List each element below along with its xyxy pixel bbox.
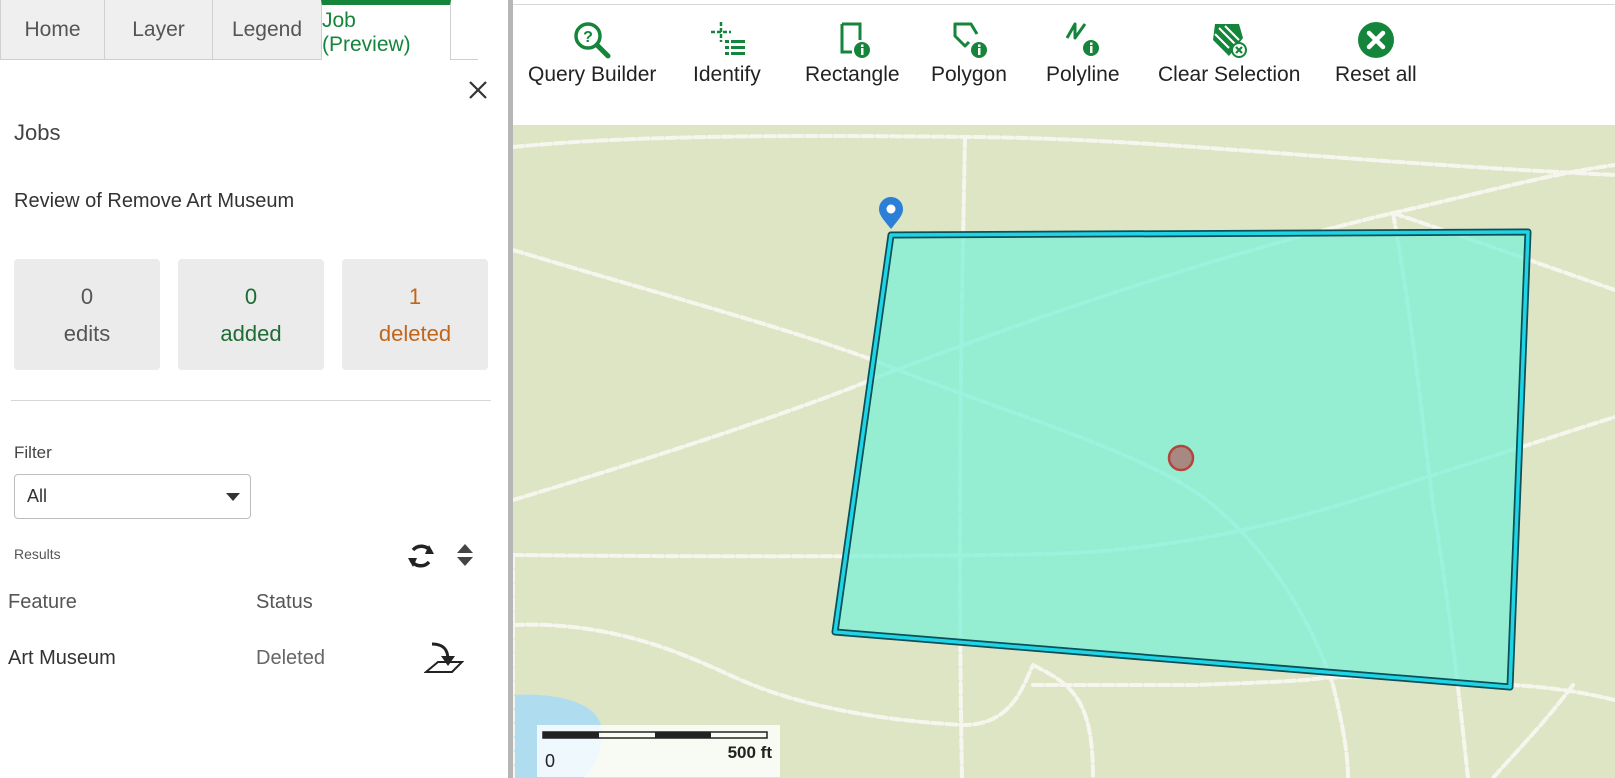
scale-bar-zero-label: 0 — [545, 751, 556, 771]
reset-all-button[interactable]: Reset all — [1335, 20, 1417, 100]
panel-title: Jobs — [14, 120, 61, 145]
query-builder-button[interactable]: ? Query Builder — [528, 20, 656, 100]
polygon-label: Polygon — [931, 63, 1007, 86]
close-icon[interactable] — [464, 76, 492, 104]
clear-selection-button[interactable]: Clear Selection — [1158, 20, 1300, 100]
polyline-select-button[interactable]: Polyline — [1046, 20, 1120, 100]
tab-legend[interactable]: Legend — [212, 0, 322, 60]
column-header-status: Status — [256, 591, 313, 613]
tab-job-preview[interactable]: Job (Preview) — [321, 0, 451, 60]
deleted-count: 1 — [408, 283, 422, 309]
identify-icon — [710, 22, 745, 55]
clear-selection-icon — [1213, 24, 1248, 58]
toolbar-top-strip — [513, 0, 1615, 5]
tab-bar-filler — [450, 0, 478, 60]
query-builder-icon: ? — [574, 22, 611, 59]
scale-bar-max-label: 500 ft — [727, 743, 772, 762]
location-pin-icon[interactable] — [879, 197, 903, 229]
query-builder-label: Query Builder — [528, 63, 657, 86]
added-count: 0 — [244, 283, 258, 309]
row-status: Deleted — [256, 647, 325, 669]
zoom-to-feature-icon[interactable] — [423, 638, 465, 676]
svg-text:?: ? — [583, 29, 593, 46]
job-title: Review of Remove Art Museum — [14, 190, 295, 212]
sort-icon[interactable] — [456, 542, 474, 568]
deleted-stat-card: 1 deleted — [342, 259, 488, 370]
filter-label: Filter — [14, 443, 52, 462]
basemap — [513, 134, 1615, 778]
scale-bar-graphic — [542, 731, 768, 739]
row-feature-name[interactable]: Art Museum — [8, 647, 116, 670]
identify-label: Identify — [693, 63, 761, 86]
tab-home[interactable]: Home — [0, 0, 105, 60]
polyline-label: Polyline — [1046, 63, 1120, 86]
column-header-feature: Feature — [8, 591, 77, 613]
rectangle-select-button[interactable]: Rectangle — [805, 20, 900, 100]
rectangle-select-icon — [840, 22, 871, 58]
polygon-select-icon — [953, 22, 987, 58]
tab-layer[interactable]: Layer — [104, 0, 213, 60]
scale-bar: 0 500 ft — [537, 725, 780, 777]
edits-count: 0 — [80, 283, 94, 309]
reset-all-icon — [1357, 22, 1394, 58]
identify-button[interactable]: Identify — [693, 20, 761, 100]
deleted-label: deleted — [378, 320, 452, 346]
clear-selection-label: Clear Selection — [1158, 63, 1301, 86]
deleted-feature-point[interactable] — [1167, 444, 1195, 472]
refresh-icon[interactable] — [405, 540, 437, 572]
selection-toolbar: ? Query Builder Identify Rectangle Polyg… — [513, 0, 1615, 125]
filter-selected-value: All — [27, 486, 48, 506]
results-label: Results — [14, 546, 61, 562]
chevron-down-icon — [226, 493, 240, 501]
added-stat-card: 0 added — [178, 259, 324, 370]
edits-label: edits — [63, 320, 111, 346]
side-panel: Home Layer Legend Job (Preview) Jobs Rev… — [0, 0, 508, 778]
polygon-select-button[interactable]: Polygon — [931, 20, 1007, 100]
map-view[interactable]: 0 500 ft — [513, 125, 1615, 778]
tab-bar: Home Layer Legend Job (Preview) — [0, 0, 478, 60]
filter-select[interactable]: All — [14, 474, 251, 519]
added-label: added — [220, 320, 282, 346]
polyline-select-icon — [1065, 22, 1099, 56]
edits-stat-card: 0 edits — [14, 259, 160, 370]
reset-all-label: Reset all — [1335, 63, 1417, 86]
rectangle-label: Rectangle — [805, 63, 900, 86]
divider — [11, 400, 491, 401]
